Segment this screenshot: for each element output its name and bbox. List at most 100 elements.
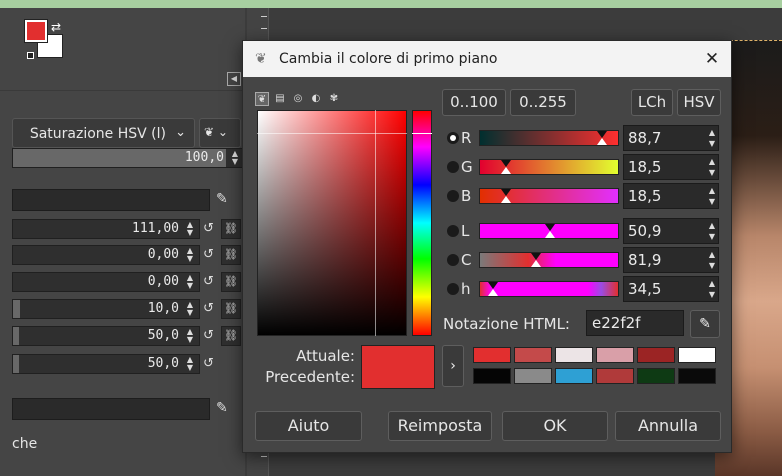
channel-slider-r[interactable]	[479, 130, 619, 146]
watercolor-selector-icon[interactable]: ◎	[291, 92, 305, 106]
spinner-arrows-icon[interactable]: ▲ ▼	[709, 185, 715, 207]
channel-value-b[interactable]: 18,5 ▲ ▼	[623, 183, 719, 209]
dialog-titlebar[interactable]: ❦ Cambia il colore di primo piano ✕	[243, 41, 731, 77]
history-swatch[interactable]	[678, 347, 716, 363]
chain-icon[interactable]: ⛓	[221, 245, 241, 265]
reset-icon[interactable]: ↺	[203, 328, 214, 343]
reset-icon[interactable]: ↺	[203, 301, 214, 316]
size-spinner[interactable]: 111,00 ▲ ▼	[12, 219, 200, 239]
spinner-arrows-icon[interactable]: ▲ ▼	[709, 278, 715, 300]
channel-value-c[interactable]: 81,9 ▲ ▼	[623, 247, 719, 273]
brush-field[interactable]	[12, 189, 210, 211]
cancel-button[interactable]: Annulla	[615, 411, 721, 441]
channel-slider-g[interactable]	[479, 159, 619, 175]
spinner-arrows-icon[interactable]: ▲ ▼	[184, 328, 196, 344]
range-0-100-button[interactable]: 0..100	[442, 89, 506, 116]
channel-slider-c[interactable]	[479, 252, 619, 268]
default-colors-icon[interactable]	[27, 52, 34, 59]
channel-radio-h[interactable]	[447, 283, 459, 295]
aspect-spinner[interactable]: 0,00 ▲ ▼	[12, 245, 200, 265]
slider-marker-top	[531, 253, 541, 260]
channel-radio-l[interactable]	[447, 225, 459, 237]
history-swatch[interactable]	[678, 368, 716, 384]
spinner-arrows-icon[interactable]: ▲ ▼	[184, 301, 196, 317]
lch-button[interactable]: LCh	[631, 89, 673, 116]
history-swatch[interactable]	[514, 347, 552, 363]
add-to-history-button[interactable]: ›	[442, 345, 464, 387]
reset-icon[interactable]: ↺	[203, 356, 214, 371]
hardness-spinner[interactable]: 50,0 ▲ ▼	[12, 326, 200, 346]
channel-radio-r[interactable]	[447, 132, 459, 144]
range-0-255-button[interactable]: 0..255	[510, 89, 576, 116]
dock-menu-icon[interactable]: ◀	[227, 72, 241, 86]
reset-icon[interactable]: ↺	[203, 221, 214, 236]
chain-icon[interactable]: ⛓	[221, 299, 241, 319]
chain-icon[interactable]: ⛓	[221, 272, 241, 292]
color-picker-icon[interactable]: ✎	[690, 310, 720, 338]
spinner-arrows-icon[interactable]: ▲ ▼	[184, 356, 196, 372]
reset-button[interactable]: Reimposta	[388, 411, 492, 441]
hsv-button[interactable]: HSV	[677, 89, 721, 116]
spinner-arrows-icon[interactable]: ▲ ▼	[184, 274, 196, 290]
foreground-color-dialog: ❦ Cambia il colore di primo piano ✕ ❦ ▤ …	[242, 40, 732, 453]
history-swatch[interactable]	[637, 368, 675, 384]
spacing-spinner[interactable]: 10,0 ▲ ▼	[12, 299, 200, 319]
dynamics-field[interactable]	[12, 398, 210, 420]
paint-mode-options-select[interactable]: ❦ ⌄	[199, 118, 241, 148]
html-notation-input[interactable]: e22f2f	[586, 310, 684, 336]
chain-icon[interactable]: ⛓	[221, 219, 241, 239]
spinner-arrows-icon[interactable]: ▲ ▼	[709, 249, 715, 271]
hue-strip[interactable]	[412, 110, 432, 336]
hardness-fill	[13, 327, 19, 345]
opacity-spinner[interactable]: 100,0 ▲ ▼	[12, 148, 245, 168]
history-swatch[interactable]	[637, 347, 675, 363]
divider	[0, 90, 245, 91]
edit-icon[interactable]: ✎	[216, 400, 236, 418]
channel-value-g[interactable]: 18,5 ▲ ▼	[623, 154, 719, 180]
history-swatch[interactable]	[514, 368, 552, 384]
channel-radio-b[interactable]	[447, 190, 459, 202]
channel-radio-g[interactable]	[447, 161, 459, 173]
channel-value-h[interactable]: 34,5 ▲ ▼	[623, 276, 719, 302]
close-button[interactable]: ✕	[700, 47, 724, 71]
channel-value-text: 18,5	[628, 158, 662, 176]
spinner-arrows-icon[interactable]: ▲ ▼	[709, 156, 715, 178]
palette-selector-icon[interactable]: ✾	[327, 92, 341, 106]
foreground-color-swatch[interactable]	[24, 19, 48, 43]
spinner-arrows-icon[interactable]: ▲ ▼	[229, 150, 241, 166]
spinner-arrows-icon[interactable]: ▲ ▼	[184, 221, 196, 237]
reset-icon[interactable]: ↺	[203, 274, 214, 289]
reset-icon[interactable]: ↺	[203, 247, 214, 262]
saturation-value-square[interactable]	[257, 110, 407, 336]
history-swatch[interactable]	[555, 347, 593, 363]
paint-mode-select[interactable]: Saturazione HSV (l) ⌄	[12, 118, 195, 148]
channel-slider-b[interactable]	[479, 188, 619, 204]
gimp-selector-icon[interactable]: ❦	[255, 92, 269, 106]
angle-spinner[interactable]: 0,00 ▲ ▼	[12, 272, 200, 292]
history-swatch[interactable]	[596, 368, 634, 384]
channel-label-h: h	[461, 280, 471, 298]
help-button[interactable]: Aiuto	[255, 411, 362, 441]
channel-value-l[interactable]: 50,9 ▲ ▼	[623, 218, 719, 244]
crosshair-horizontal	[257, 133, 407, 134]
history-swatch[interactable]	[555, 368, 593, 384]
channel-slider-h[interactable]	[479, 281, 619, 297]
wheel-selector-icon[interactable]: ◐	[309, 92, 323, 106]
cmyk-selector-icon[interactable]: ▤	[273, 92, 287, 106]
history-swatch[interactable]	[473, 347, 511, 363]
spinner-arrows-icon[interactable]: ▲ ▼	[709, 127, 715, 149]
history-swatch[interactable]	[473, 368, 511, 384]
spinner-arrows-icon[interactable]: ▲ ▼	[709, 220, 715, 242]
channel-slider-l[interactable]	[479, 223, 619, 239]
ok-button[interactable]: OK	[502, 411, 608, 441]
chevron-down-icon: ⌄	[217, 125, 228, 139]
channel-value-r[interactable]: 88,7 ▲ ▼	[623, 125, 719, 151]
edit-icon[interactable]: ✎	[216, 191, 236, 209]
slider-marker-top	[501, 189, 511, 196]
swap-colors-icon[interactable]: ⇄	[51, 20, 61, 34]
chain-icon[interactable]: ⛓	[221, 326, 241, 346]
spinner-arrows-icon[interactable]: ▲ ▼	[184, 247, 196, 263]
force-spinner[interactable]: 50,0 ▲ ▼	[12, 354, 200, 374]
history-swatch[interactable]	[596, 347, 634, 363]
channel-radio-c[interactable]	[447, 254, 459, 266]
